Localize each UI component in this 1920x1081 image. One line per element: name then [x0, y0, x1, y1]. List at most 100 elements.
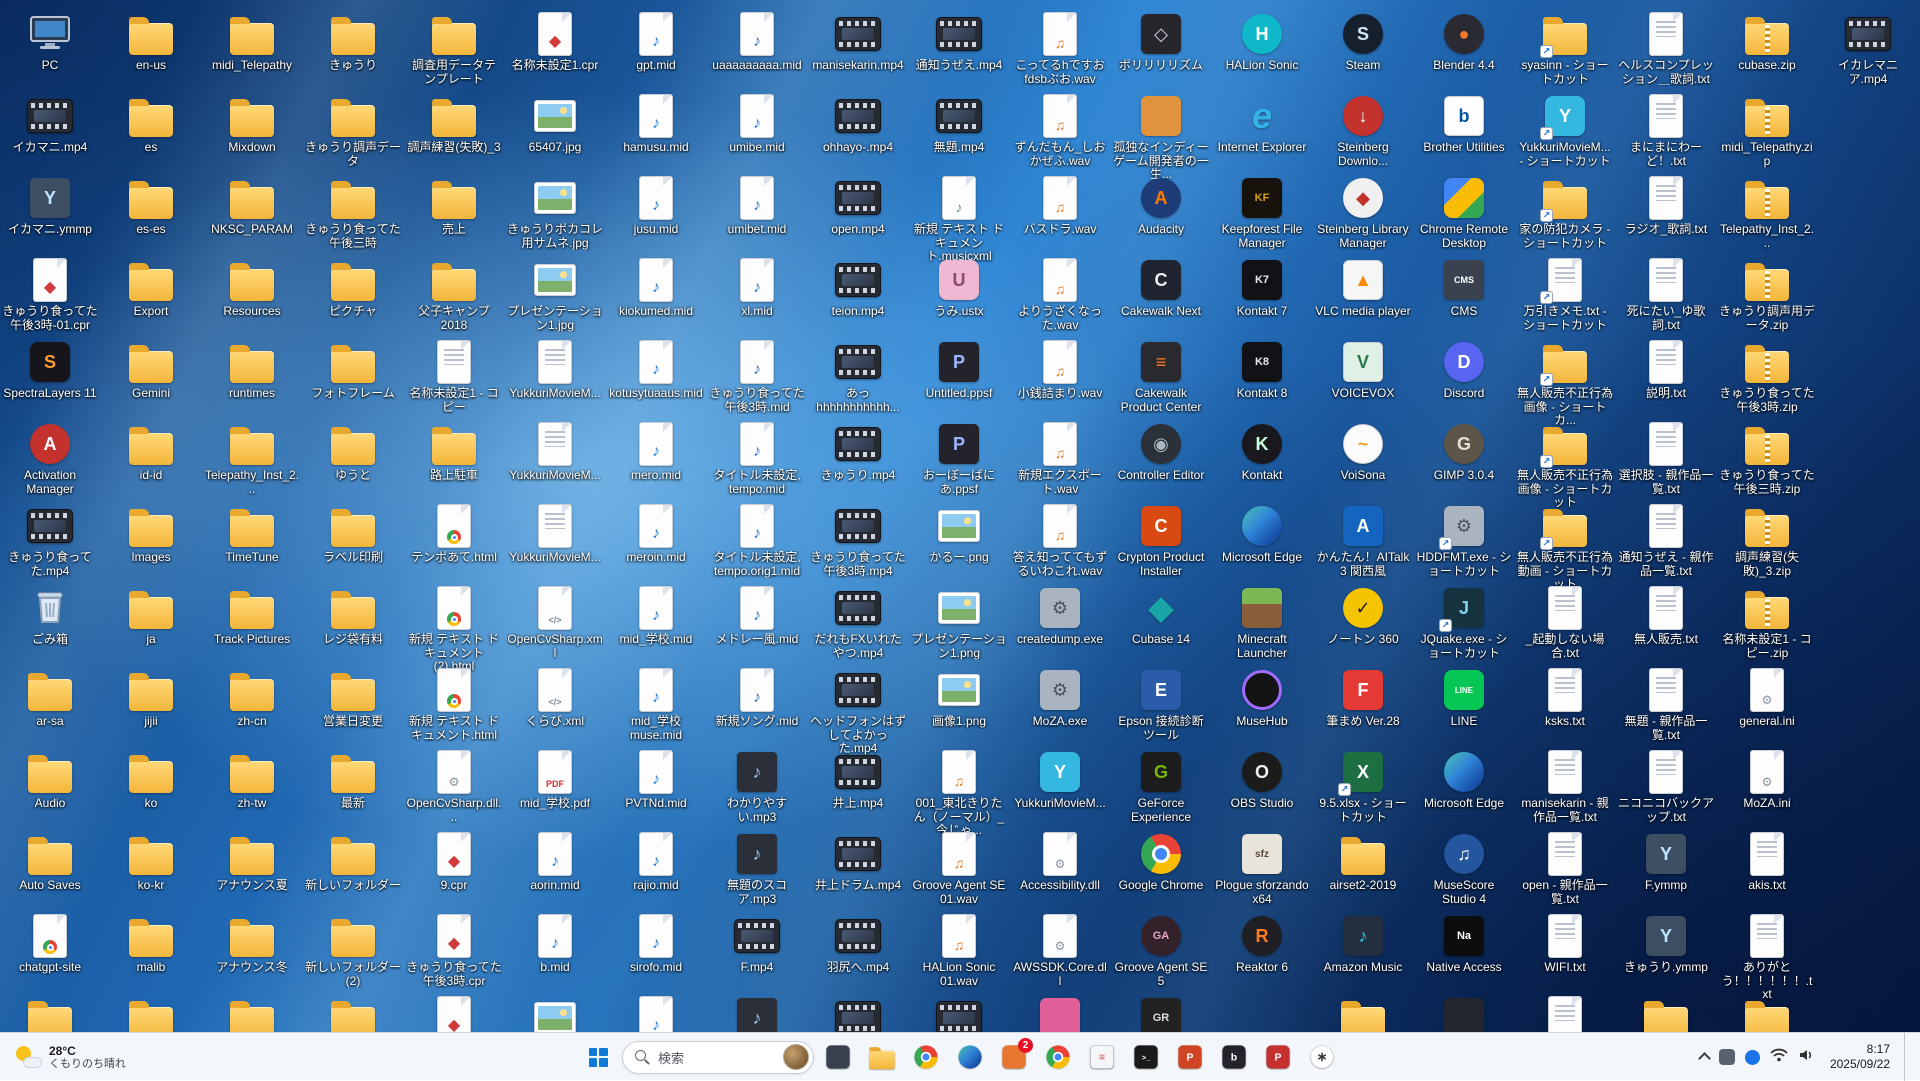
desktop-icon[interactable]: プレゼンテーション1.jpg — [507, 256, 603, 332]
desktop-icon[interactable]: PDFmid_学校.pdf — [507, 748, 603, 811]
desktop-icon[interactable]: テンポあて.html — [406, 502, 502, 565]
desktop-icon[interactable]: GR — [1113, 994, 1209, 1032]
desktop-icon[interactable]: zh-tw — [204, 748, 300, 811]
desktop-icon[interactable]: きゅうり食ってた午後3時.zip — [1719, 338, 1815, 414]
tray-app-icon[interactable] — [1719, 1049, 1735, 1065]
desktop-icon[interactable]: ♪uaaaaaaaaa.mid — [709, 10, 805, 73]
desktop-icon[interactable]: _起動しない場合.txt — [1517, 584, 1613, 660]
desktop-icon[interactable]: Mixdown — [204, 92, 300, 155]
search-daily-image[interactable] — [783, 1044, 809, 1070]
chrome-taskbar-button[interactable] — [906, 1037, 946, 1077]
desktop-icon[interactable]: ラジオ_歌詞.txt — [1618, 174, 1714, 237]
desktop-icon[interactable]: K7Kontakt 7 — [1214, 256, 1310, 319]
desktop-icon[interactable]: NaNative Access — [1416, 912, 1512, 975]
desktop-icon[interactable]: Google Chrome — [1113, 830, 1209, 893]
desktop-icon[interactable]: 調査用データテンプレート — [406, 10, 502, 86]
desktop-icon[interactable]: だれもFXいれたやつ.mp4 — [810, 584, 906, 660]
desktop-icon[interactable]: 最新 — [305, 748, 401, 811]
desktop-icon[interactable]: ♪jusu.mid — [608, 174, 704, 237]
desktop-icon[interactable]: ↗無人販売不正行為画像 - ショートカ... — [1517, 338, 1613, 428]
desktop-icon[interactable]: WIFI.txt — [1517, 912, 1613, 975]
desktop-icon[interactable]: ◆ — [406, 994, 502, 1032]
desktop-icon[interactable]: ♪meroin.mid — [608, 502, 704, 565]
desktop-icon[interactable]: CMSCMS — [1416, 256, 1512, 319]
desktop-icon[interactable] — [810, 994, 906, 1032]
desktop-icon[interactable]: Microsoft Edge — [1416, 748, 1512, 811]
desktop-icon[interactable]: フォトフレーム — [305, 338, 401, 401]
desktop-icon[interactable]: ⚙AWSSDK.Core.dll — [1012, 912, 1108, 988]
desktop-icon[interactable]: F筆まめ Ver.28 — [1315, 666, 1411, 729]
desktop-icon[interactable]: TimeTune — [204, 502, 300, 565]
desktop-icon[interactable]: ohhayo-.mp4 — [810, 92, 906, 155]
desktop-icon[interactable]: ♪rajio.mid — [608, 830, 704, 893]
desktop-icon[interactable]: ♪無題のスコア.mp3 — [709, 830, 805, 906]
desktop-icon[interactable]: イカレマニア.mp4 — [1820, 10, 1916, 86]
desktop-icon[interactable]: SSpectraLayers 11 — [2, 338, 98, 401]
desktop-icon[interactable]: ♪PVTNd.mid — [608, 748, 704, 811]
desktop-icon[interactable]: chatgpt-site — [2, 912, 98, 975]
desktop-surface[interactable]: PCイカマニ.mp4Yイカマニ.ymmp◆きゅうり食ってた午後3時-01.cpr… — [0, 0, 1920, 1032]
desktop-icon[interactable]: DDiscord — [1416, 338, 1512, 401]
desktop-icon[interactable]: 説明.txt — [1618, 338, 1714, 401]
desktop-icon[interactable]: es-es — [103, 174, 199, 237]
desktop-icon[interactable]: 父子キャンプ2018 — [406, 256, 502, 332]
desktop-icon[interactable]: Export — [103, 256, 199, 319]
desktop-icon[interactable]: id-id — [103, 420, 199, 483]
desktop-icon[interactable]: ♪mid_学校muse.mid — [608, 666, 704, 742]
desktop-icon[interactable]: きゅうり調声データ — [305, 92, 401, 168]
desktop-icon[interactable]: ◆名称未設定1.cpr — [507, 10, 603, 73]
desktop-icon[interactable]: ⚙↗HDDFMT.exe - ショートカット — [1416, 502, 1512, 578]
desktop-icon[interactable]: ♪mero.mid — [608, 420, 704, 483]
desktop-icon[interactable]: open.mp4 — [810, 174, 906, 237]
clock[interactable]: 8:17 2025/09/22 — [1826, 1042, 1894, 1072]
desktop-icon[interactable]: YF.ymmp — [1618, 830, 1714, 893]
desktop-icon[interactable]: NKSC_PARAM — [204, 174, 300, 237]
desktop-icon[interactable]: Track Pictures — [204, 584, 300, 647]
desktop-icon[interactable]: ♪わかりやすい.mp3 — [709, 748, 805, 824]
desktop-icon[interactable]: runtimes — [204, 338, 300, 401]
desktop-icon[interactable]: きゅうり食ってた.mp4 — [2, 502, 98, 578]
desktop-icon[interactable]: 井上ドラム.mp4 — [810, 830, 906, 893]
desktop-icon[interactable]: 通知うぜえ.mp4 — [911, 10, 1007, 73]
desktop-icon[interactable]: ksks.txt — [1517, 666, 1613, 729]
desktop-icon[interactable]: 通知うぜえ - 親作品一覧.txt — [1618, 502, 1714, 578]
desktop-icon[interactable]: PUntitled.ppsf — [911, 338, 1007, 401]
desktop-icon[interactable]: malib — [103, 912, 199, 975]
desktop-icon[interactable]: ゆうと — [305, 420, 401, 483]
desktop-icon[interactable]: YYukkuriMovieM... — [1012, 748, 1108, 811]
desktop-icon[interactable]: 営業日変更 — [305, 666, 401, 729]
start-button[interactable] — [578, 1037, 618, 1077]
desktop-icon[interactable]: midi_Telepathy.zip — [1719, 92, 1815, 168]
desktop-icon[interactable]: ar-sa — [2, 666, 98, 729]
desktop-icon[interactable]: ♪ — [709, 994, 805, 1032]
desktop-icon[interactable]: ↗無人販売不正行為画像 - ショートカット — [1517, 420, 1613, 510]
desktop-icon[interactable]: ♪メドレー風.mid — [709, 584, 805, 647]
p-app-taskbar-button[interactable]: P — [1258, 1037, 1298, 1077]
desktop-icon[interactable]: K8Kontakt 8 — [1214, 338, 1310, 401]
desktop-icon[interactable] — [305, 994, 401, 1032]
desktop-icon[interactable]: YukkuriMovieM... — [507, 338, 603, 401]
media-app-taskbar-button[interactable] — [818, 1037, 858, 1077]
desktop-icon[interactable]: ♪sirofo.mid — [608, 912, 704, 975]
desktop-icon[interactable]: ≡Cakewalk Product Center — [1113, 338, 1209, 414]
desktop-icon[interactable]: ◆きゅうり食ってた午後3時-01.cpr — [2, 256, 98, 332]
desktop-icon[interactable]: 無題.mp4 — [911, 92, 1007, 155]
desktop-icon[interactable]: sfzPlogue sforzando x64 — [1214, 830, 1310, 906]
desktop-icon[interactable]: J↗JQuake.exe - ショートカット — [1416, 584, 1512, 660]
b-app-taskbar-button[interactable]: b — [1214, 1037, 1254, 1077]
desktop-icon[interactable]: きゅうり調声用データ.zip — [1719, 256, 1815, 332]
desktop-icon[interactable]: ♫バスドラ.wav — [1012, 174, 1108, 237]
desktop-icon[interactable] — [2, 994, 98, 1032]
file-explorer-taskbar-button[interactable] — [862, 1037, 902, 1077]
desktop-icon[interactable] — [507, 994, 603, 1032]
desktop-icon[interactable]: ♪mid_学校.mid — [608, 584, 704, 647]
desktop-icon[interactable]: EEpson 接続診断ツール — [1113, 666, 1209, 742]
desktop-icon[interactable]: ♫ずんだもん_しおかぜふ.wav — [1012, 92, 1108, 168]
terminal-taskbar-button[interactable]: >_ — [1126, 1037, 1166, 1077]
desktop-icon[interactable]: ✓ノートン 360 — [1315, 584, 1411, 647]
desktop-icon[interactable]: まにまにわーど！.txt — [1618, 92, 1714, 168]
weather-widget[interactable]: 28°C くもりのち晴れ — [4, 1033, 136, 1081]
desktop-icon[interactable]: ⚙general.ini — [1719, 666, 1815, 729]
desktop-icon[interactable]: 死にたい_ゆ歌詞.txt — [1618, 256, 1714, 332]
desktop-icon[interactable]: CCakewalk Next — [1113, 256, 1209, 319]
